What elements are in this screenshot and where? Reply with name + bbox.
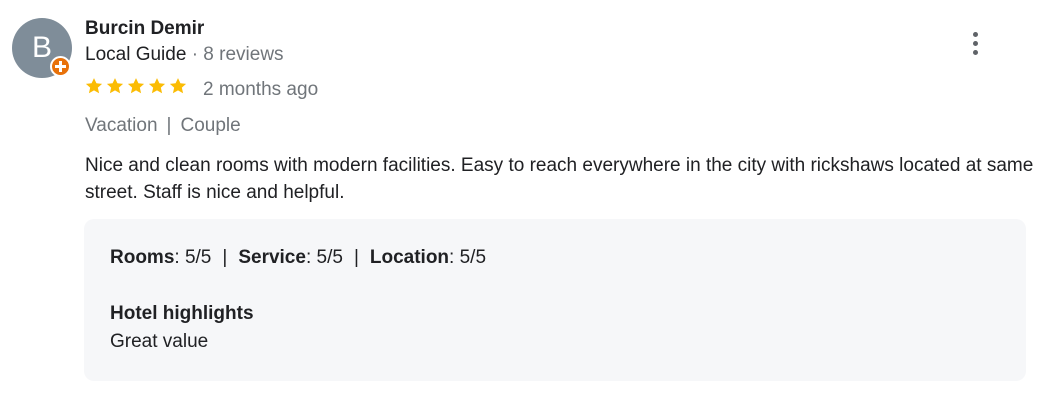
sub-rating-divider: |: [353, 247, 359, 268]
highlights-value: Great value: [110, 331, 209, 352]
sub-rating-divider: |: [222, 247, 228, 268]
star-icon: [106, 78, 124, 94]
local-guide-label: Local Guide: [85, 44, 187, 65]
local-guide-badge-icon: [50, 56, 71, 77]
trip-tags: Vacation | Couple: [85, 115, 241, 137]
reviewer-meta: Local Guide · 8 reviews: [85, 44, 284, 66]
star-icon: [169, 78, 187, 94]
sub-ratings: Rooms: 5/5 | Service: 5/5 | Location: 5/5: [110, 247, 486, 269]
star-icon: [127, 78, 145, 94]
review-text: Nice and clean rooms with modern facilit…: [85, 155, 1034, 203]
star-icon: [148, 78, 166, 94]
star-rating: [84, 76, 188, 96]
reviews-count: 8 reviews: [203, 44, 284, 65]
more-options-button[interactable]: [962, 28, 988, 58]
highlights-title: Hotel highlights: [110, 303, 254, 324]
review-time: 2 months ago: [203, 79, 319, 100]
more-vert-icon-dot: [972, 31, 978, 37]
more-vert-icon-dot: [972, 49, 978, 55]
star-icon: [85, 78, 103, 94]
sub-rating-value: : 5/5: [449, 247, 487, 268]
review-details-panel: Rooms: 5/5 | Service: 5/5 | Location: 5/5 Ho…: [84, 219, 1026, 381]
trip-type: Vacation: [85, 115, 158, 136]
sub-rating-value: : 5/5: [174, 247, 212, 268]
sub-rating-label: Service: [238, 247, 306, 268]
tag-divider: |: [166, 115, 172, 136]
sub-rating-label: Rooms: [110, 247, 175, 268]
reviewer-name[interactable]: Burcin Demir: [85, 18, 204, 40]
more-vert-icon-dot: [972, 40, 978, 46]
avatar-initial: B: [31, 31, 52, 64]
meta-separator: ·: [191, 44, 199, 65]
trip-group: Couple: [180, 115, 241, 136]
sub-rating-value: : 5/5: [305, 247, 343, 268]
sub-rating-label: Location: [369, 247, 450, 268]
